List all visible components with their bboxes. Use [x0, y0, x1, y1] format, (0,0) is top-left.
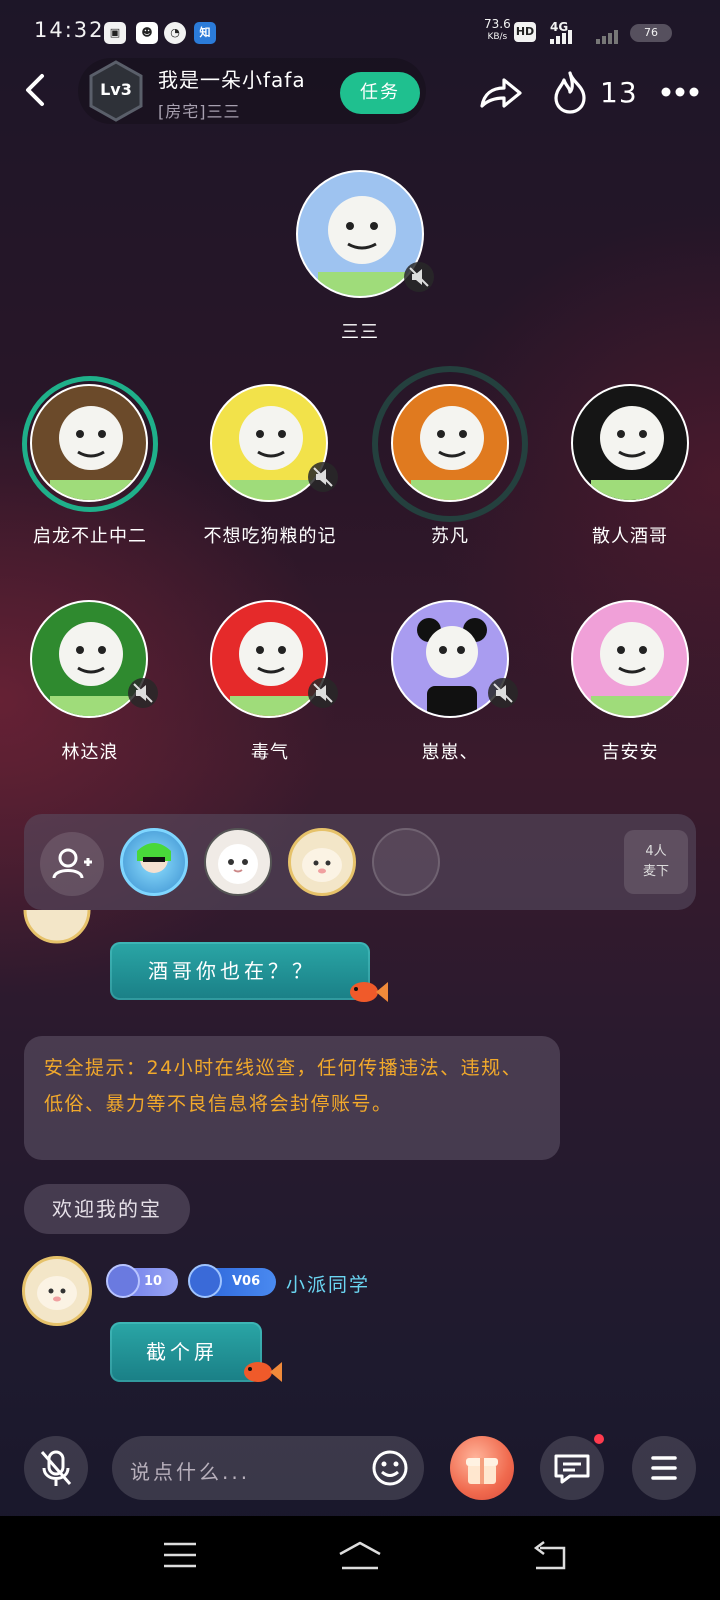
mask-app-icon: ☻ [136, 22, 158, 44]
hd-icon: HD [514, 22, 536, 42]
sheep-avatar-icon [37, 1276, 77, 1310]
level-gem-icon [106, 1264, 140, 1298]
chat-bubble: 酒哥你也在？？ [110, 942, 370, 1000]
flower-face-icon [411, 406, 493, 500]
room-subtitle: [房宅]三三 [158, 102, 241, 121]
host-name: 三三 [341, 322, 379, 343]
back-nav-icon[interactable] [530, 1540, 570, 1572]
mic-muted-icon [128, 678, 158, 708]
seat-2-name: 不想吃狗粮的记 [203, 526, 337, 547]
chat-username[interactable]: 小派同学 [286, 1270, 370, 1297]
task-button[interactable]: 任务 [340, 72, 420, 114]
flower-face-icon [591, 406, 673, 500]
battery-icon: 76 [630, 24, 672, 42]
bilibili-icon: ▣ [104, 22, 126, 44]
safety-notice: 安全提示：24小时在线巡查，任何传播违法、违规、低俗、暴力等不良信息将会封停账号… [24, 1036, 560, 1160]
mic-toggle-button[interactable] [24, 1436, 88, 1500]
level-badge-text: Lv3 [100, 80, 132, 99]
mic-muted-icon [404, 262, 434, 292]
flower-face-icon [591, 622, 673, 716]
queue-status-label: 麦下 [642, 864, 669, 879]
vip-gem-icon [188, 1264, 222, 1298]
messages-button[interactable] [540, 1436, 604, 1500]
mic-off-icon [40, 1450, 72, 1486]
seat-4-avatar[interactable] [571, 384, 689, 502]
zhihu-icon: 知 [194, 22, 216, 44]
seat-1-avatar[interactable] [30, 384, 148, 502]
seat-7-name: 崽崽、 [421, 742, 479, 763]
queue-avatar-placeholder[interactable] [372, 828, 440, 896]
net-speed: 73.6 KB/s [484, 18, 511, 44]
room-title: 我是一朵小fafa [158, 68, 306, 92]
seat-3-name: 苏凡 [431, 526, 469, 547]
net-speed-unit: KB/s [487, 32, 508, 42]
flower-face-icon [50, 406, 132, 500]
more-icon[interactable] [660, 86, 700, 98]
gift-icon [466, 1458, 498, 1484]
back-button[interactable] [20, 70, 52, 110]
seat-6-name: 毒气 [251, 742, 289, 763]
queue-count-button[interactable]: 4人 麦下 [624, 830, 688, 894]
queue-avatar[interactable] [204, 828, 272, 896]
emoji-icon[interactable] [370, 1448, 410, 1488]
seat-4-name: 散人酒哥 [592, 526, 668, 547]
speed-app-icon: ◔ [164, 22, 186, 44]
menu-icon [651, 1456, 677, 1480]
gift-button[interactable] [450, 1436, 514, 1500]
seat-8-avatar[interactable] [571, 600, 689, 718]
queue-avatar[interactable] [120, 828, 188, 896]
seat-5-name: 林达浪 [61, 742, 119, 763]
mic-muted-icon [488, 678, 518, 708]
menu-button[interactable] [632, 1436, 696, 1500]
signal-icon [550, 30, 572, 44]
add-user-icon [52, 848, 92, 879]
koi-fish-icon [350, 982, 388, 1002]
heat-count: 13 [600, 76, 638, 109]
add-user-button[interactable] [40, 832, 104, 896]
mic-muted-icon [308, 462, 338, 492]
welcome-message: 欢迎我的宝 [24, 1184, 190, 1234]
home-icon[interactable] [336, 1540, 384, 1572]
chat-input-placeholder: 说点什么... [130, 1460, 251, 1484]
net-speed-value: 73.6 [484, 17, 511, 31]
recent-apps-icon[interactable] [162, 1540, 198, 1570]
notification-dot [594, 1434, 604, 1444]
koi-fish-icon [244, 1362, 282, 1382]
seat-8-name: 吉安安 [601, 742, 659, 763]
chat-avatar-partial[interactable] [22, 910, 92, 946]
message-icon [554, 1454, 590, 1484]
fire-icon[interactable] [552, 70, 588, 114]
share-icon[interactable] [478, 72, 524, 112]
chat-user-avatar[interactable] [22, 1256, 92, 1326]
queue-count-label: 4人 [645, 844, 667, 859]
queue-avatar[interactable] [288, 828, 356, 896]
status-time: 14:32 [34, 18, 105, 42]
seat-3-avatar[interactable] [391, 384, 509, 502]
signal2-icon [596, 30, 618, 44]
mic-muted-icon [308, 678, 338, 708]
seat-1-name: 启龙不止中二 [33, 526, 147, 547]
